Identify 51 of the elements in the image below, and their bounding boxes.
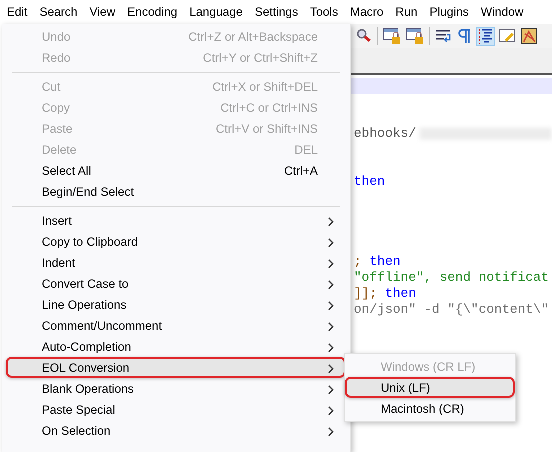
menu-item[interactable]: Insert — [6, 210, 346, 231]
submenu-item[interactable]: Macintosh (CR) — [345, 398, 515, 419]
chevron-right-icon — [328, 364, 334, 374]
menu-item[interactable]: On Selection — [6, 420, 346, 441]
chevron-right-icon — [328, 238, 334, 248]
chevron-right-icon — [328, 427, 334, 437]
submenu-item[interactable]: Unix (LF) — [345, 377, 515, 398]
code-token: ebhooks/ — [354, 126, 416, 142]
menu-item[interactable]: Comment/Uncomment — [6, 315, 346, 336]
chevron-right-icon — [328, 385, 334, 395]
menu-item[interactable]: Convert Case to — [6, 273, 346, 294]
locked-window-icon — [406, 28, 424, 44]
chevron-right-icon — [328, 259, 334, 269]
chevron-right-icon — [328, 406, 334, 416]
menu-item[interactable]: Line Operations — [6, 294, 346, 315]
code-token: ]]; — [354, 286, 378, 302]
menu-item[interactable]: Indent — [6, 252, 346, 273]
menu-item[interactable]: Blank Operations — [6, 378, 346, 399]
menu-item[interactable]: Run — [390, 2, 424, 22]
chevron-right-icon — [328, 322, 334, 332]
code-token: "offline", send notificat — [354, 270, 550, 286]
menu-item[interactable]: Tools — [304, 2, 344, 22]
menu-item[interactable]: Settings — [248, 2, 304, 22]
menu-item[interactable]: View — [84, 2, 122, 22]
menu-item[interactable]: Edit — [1, 2, 34, 22]
code-token: then — [354, 174, 386, 190]
indent-guide-icon — [477, 28, 494, 44]
chevron-right-icon — [328, 280, 334, 290]
window-pencil-icon — [499, 28, 516, 44]
code-token: then — [368, 254, 401, 270]
code-token: ; — [354, 254, 362, 270]
menu-item[interactable]: Window — [475, 2, 530, 22]
chevron-right-icon — [328, 217, 334, 227]
menu-item[interactable]: Search — [34, 2, 84, 22]
menu-item[interactable]: Language — [184, 2, 249, 22]
pilcrow-icon — [456, 28, 472, 44]
code-token: then — [384, 286, 416, 302]
locked-window-icon — [383, 28, 401, 44]
menu-item[interactable]: EOL Conversion — [6, 357, 346, 378]
menu-item[interactable]: Begin/End Select — [6, 181, 346, 202]
menu-item[interactable]: Select All Ctrl+A — [6, 160, 346, 181]
chevron-right-icon — [328, 343, 334, 353]
chevron-right-icon — [328, 301, 334, 311]
menu-item[interactable]: Macro — [344, 2, 390, 22]
code-token: on/json" -d "{\"content\" — [354, 302, 550, 318]
menu-item[interactable]: Auto-Completion — [6, 336, 346, 357]
word-wrap-icon — [435, 28, 451, 44]
menu-item[interactable]: Copy to Clipboard — [6, 231, 346, 252]
menu-item[interactable]: Encoding — [122, 2, 184, 22]
menu-item[interactable]: Plugins — [424, 2, 476, 22]
menu-item[interactable]: Paste Special — [6, 399, 346, 420]
